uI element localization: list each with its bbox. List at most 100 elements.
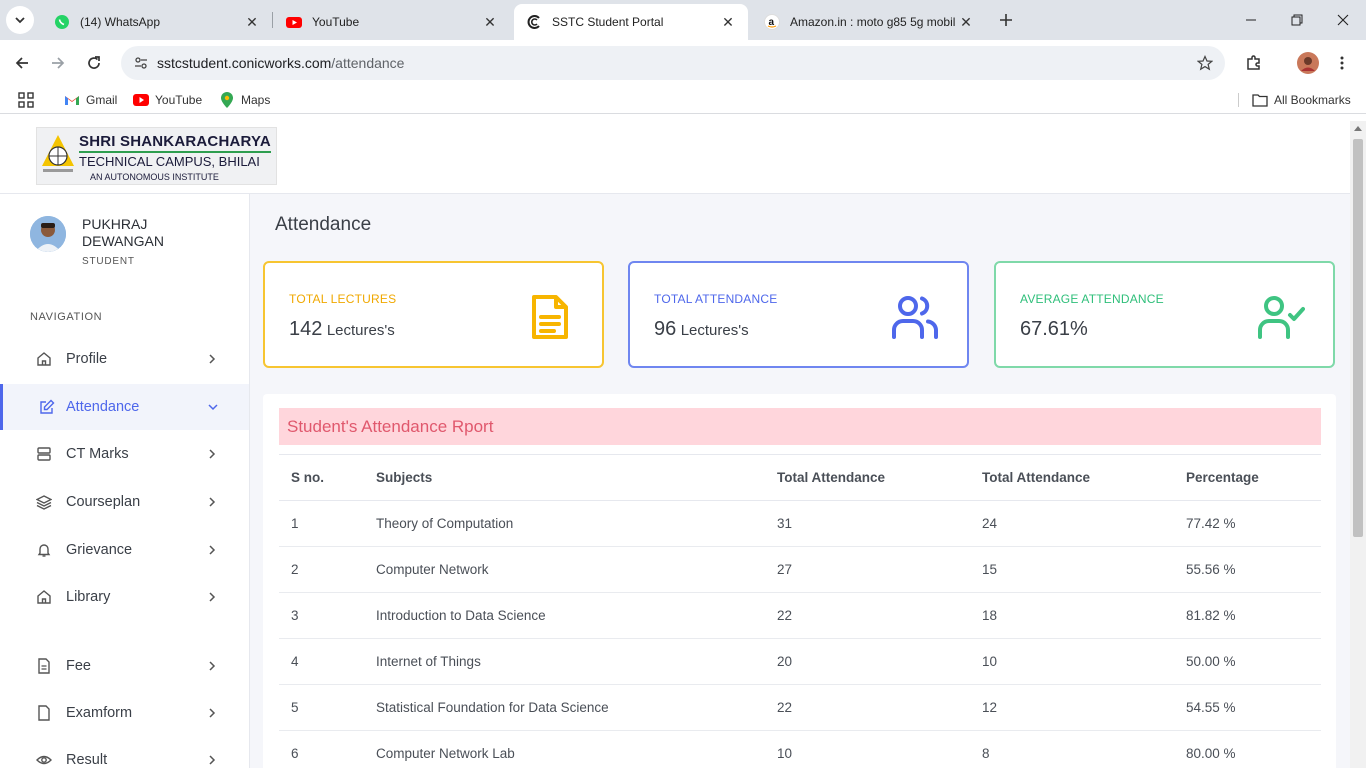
edit-icon bbox=[39, 399, 55, 415]
tab-title: SSTC Student Portal bbox=[552, 15, 664, 29]
site-header: SHRI SHANKARACHARYA TECHNICAL CAMPUS, BH… bbox=[0, 121, 1350, 194]
cell-subject: Computer Network bbox=[364, 546, 765, 593]
back-button[interactable] bbox=[8, 49, 36, 77]
table-row: 5 Statistical Foundation for Data Scienc… bbox=[279, 684, 1321, 731]
card-number: 142 bbox=[289, 318, 323, 340]
forward-button[interactable] bbox=[44, 49, 72, 77]
cell-percentage: 77.42 % bbox=[1174, 500, 1321, 547]
sidebar-item-ct-marks[interactable]: CT Marks bbox=[0, 431, 249, 477]
cell-percentage: 81.82 % bbox=[1174, 592, 1321, 639]
cell-subject: Statistical Foundation for Data Science bbox=[364, 684, 765, 731]
institute-logo[interactable]: SHRI SHANKARACHARYA TECHNICAL CAMPUS, BH… bbox=[36, 127, 277, 185]
scrollbar-thumb[interactable] bbox=[1353, 139, 1363, 537]
all-bookmarks-label: All Bookmarks bbox=[1274, 93, 1351, 107]
card-label: TOTAL LECTURES bbox=[289, 292, 397, 306]
bookmarks-divider bbox=[1238, 93, 1239, 107]
chevron-right-icon bbox=[206, 353, 218, 365]
all-bookmarks-button[interactable]: All Bookmarks bbox=[1252, 91, 1351, 109]
sidebar-item-profile[interactable]: Profile bbox=[0, 336, 249, 382]
sidebar-item-label: Fee bbox=[66, 658, 91, 674]
sidebar-item-label: Grievance bbox=[66, 542, 133, 558]
new-tab-button[interactable] bbox=[994, 8, 1018, 32]
sidebar-item-label: Library bbox=[66, 589, 111, 605]
page-scrollbar[interactable] bbox=[1350, 121, 1366, 768]
plus-icon bbox=[1000, 14, 1012, 26]
portal-icon bbox=[526, 14, 542, 30]
chevron-right-icon bbox=[206, 591, 218, 603]
total-lectures-card: TOTAL LECTURES 142 Lectures's bbox=[263, 261, 604, 368]
folder-icon bbox=[1252, 92, 1268, 108]
reload-button[interactable] bbox=[80, 49, 108, 77]
avatar-icon bbox=[1297, 52, 1319, 74]
url-path: /attendance bbox=[331, 55, 405, 71]
chevron-right-icon bbox=[206, 544, 218, 556]
close-icon bbox=[1337, 14, 1349, 26]
column-header: Subjects bbox=[364, 454, 765, 501]
sidebar-item-label: Examform bbox=[66, 705, 133, 721]
minimize-button[interactable] bbox=[1228, 0, 1274, 40]
logo-line-3: AN AUTONOMOUS INSTITUTE bbox=[90, 172, 219, 182]
browser-toolbar: sstcstudent.conicworks.com/attendance bbox=[0, 40, 1366, 86]
amazon-icon: a bbox=[764, 14, 780, 30]
chevron-down-icon bbox=[15, 17, 25, 24]
extensions-button[interactable] bbox=[1240, 49, 1268, 77]
url-text: sstcstudent.conicworks.com/attendance bbox=[157, 55, 404, 71]
cell-subject: Theory of Computation bbox=[364, 500, 765, 547]
tab-sstc-portal[interactable]: SSTC Student Portal ✕ bbox=[514, 4, 748, 40]
bookmark-maps[interactable]: Maps bbox=[219, 91, 270, 109]
chevron-right-icon bbox=[206, 660, 218, 672]
close-icon[interactable]: ✕ bbox=[958, 14, 974, 30]
apps-grid-icon bbox=[18, 92, 34, 108]
sidebar-item-courseplan[interactable]: Courseplan bbox=[0, 479, 249, 525]
sidebar-item-library[interactable]: Library bbox=[0, 574, 249, 620]
whatsapp-icon bbox=[54, 14, 70, 30]
sidebar-item-examform[interactable]: Examform bbox=[0, 690, 249, 736]
bell-icon bbox=[36, 542, 52, 558]
maps-pin-icon bbox=[219, 92, 235, 108]
tab-amazon[interactable]: a Amazon.in : moto g85 5g mobil ✕ bbox=[752, 4, 986, 40]
cell-total: 31 bbox=[765, 500, 970, 547]
cell-total: 22 bbox=[765, 592, 970, 639]
browser-menu-button[interactable] bbox=[1328, 49, 1356, 77]
report-header: Student's Attendance Rport bbox=[279, 408, 1321, 445]
cell-sno: 3 bbox=[279, 592, 364, 639]
web-page: SHRI SHANKARACHARYA TECHNICAL CAMPUS, BH… bbox=[0, 121, 1350, 768]
users-icon bbox=[892, 296, 938, 339]
bookmark-gmail[interactable]: Gmail bbox=[64, 91, 117, 109]
close-icon[interactable]: ✕ bbox=[482, 14, 498, 30]
close-window-button[interactable] bbox=[1320, 0, 1366, 40]
bookmark-youtube[interactable]: YouTube bbox=[133, 91, 202, 109]
column-header: Total Attendance bbox=[970, 454, 1174, 501]
address-bar[interactable]: sstcstudent.conicworks.com/attendance bbox=[121, 46, 1225, 80]
sidebar-item-attendance[interactable]: Attendance bbox=[0, 384, 249, 430]
institute-emblem-icon bbox=[42, 135, 74, 172]
close-icon[interactable]: ✕ bbox=[244, 14, 260, 30]
cell-total: 22 bbox=[765, 684, 970, 731]
avatar[interactable] bbox=[30, 216, 66, 252]
card-value: 67.61% bbox=[1020, 318, 1088, 341]
cell-percentage: 50.00 % bbox=[1174, 638, 1321, 685]
tab-search-button[interactable] bbox=[6, 6, 34, 34]
tab-whatsapp[interactable]: (14) WhatsApp ✕ bbox=[42, 4, 272, 40]
chevron-down-icon bbox=[207, 401, 219, 413]
card-value: 96 Lectures's bbox=[654, 318, 749, 341]
site-settings-icon[interactable] bbox=[131, 53, 151, 73]
cell-subject: Introduction to Data Science bbox=[364, 592, 765, 639]
column-header: Percentage bbox=[1174, 454, 1321, 501]
bookmark-star-icon[interactable] bbox=[1195, 53, 1215, 73]
table-row: 6 Computer Network Lab 10 8 80.00 % bbox=[279, 730, 1321, 768]
sidebar-item-fee[interactable]: Fee bbox=[0, 643, 249, 689]
card-number: 67.61% bbox=[1020, 318, 1088, 340]
sidebar-item-grievance[interactable]: Grievance bbox=[0, 527, 249, 573]
tab-youtube[interactable]: YouTube ✕ bbox=[274, 4, 510, 40]
scroll-up-arrow[interactable] bbox=[1354, 126, 1362, 131]
profile-button[interactable] bbox=[1294, 49, 1322, 77]
cell-percentage: 54.55 % bbox=[1174, 684, 1321, 731]
tab-title: YouTube bbox=[312, 15, 360, 29]
apps-button[interactable] bbox=[18, 91, 34, 109]
cell-attended: 12 bbox=[970, 684, 1174, 731]
restore-button[interactable] bbox=[1274, 0, 1320, 40]
close-icon[interactable]: ✕ bbox=[720, 14, 736, 30]
page-title: Attendance bbox=[275, 214, 372, 235]
sidebar-item-result[interactable]: Result bbox=[0, 737, 249, 768]
